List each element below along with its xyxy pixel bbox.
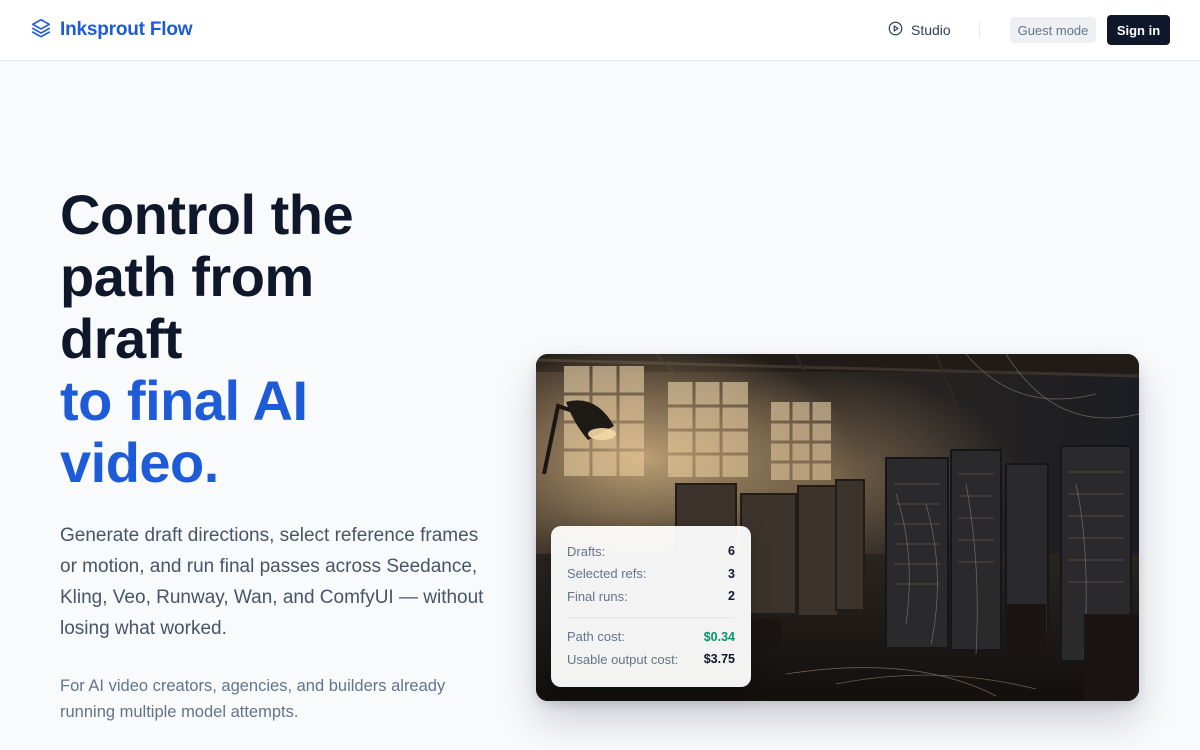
play-circle-icon: [888, 21, 903, 39]
hero-description: Generate draft directions, select refere…: [60, 525, 484, 639]
hero-title: Control the path from draft to final AI …: [60, 184, 480, 494]
stat-row-drafts: Drafts: 6: [567, 540, 735, 563]
stat-label: Final runs:: [567, 588, 628, 604]
stat-value: 6: [728, 544, 735, 559]
studio-link[interactable]: Studio: [888, 20, 951, 40]
cost-stats-panel: Drafts: 6 Selected refs: 3 Final runs: 2…: [551, 526, 751, 687]
stat-label: Usable output cost:: [567, 651, 679, 667]
hero-title-accent-line: to final AI: [60, 369, 308, 432]
stat-row-final-runs: Final runs: 2: [567, 585, 735, 608]
top-navbar: Inksprout Flow Studio Guest mode Sign in: [0, 0, 1200, 61]
guest-mode-badge: Guest mode: [1010, 17, 1096, 43]
sign-in-button[interactable]: Sign in: [1107, 15, 1170, 45]
stat-label: Path cost:: [567, 629, 625, 645]
hero-subtext: For AI video creators, agencies, and bui…: [60, 677, 446, 721]
brand-name: Inksprout Flow: [60, 19, 193, 40]
stat-label: Selected refs:: [567, 566, 647, 582]
hero-title-accent-line: video.: [60, 431, 219, 494]
stat-label: Drafts:: [567, 543, 606, 559]
nav-divider: [979, 22, 980, 38]
layers-icon: [30, 17, 52, 44]
hero-title-line: path from: [60, 245, 314, 308]
stat-value: 2: [728, 589, 735, 604]
stats-divider: [567, 616, 735, 618]
stat-row-path-cost: Path cost: $0.34: [567, 626, 735, 649]
hero-title-line: Control the: [60, 183, 354, 246]
brand-logo[interactable]: Inksprout Flow: [30, 17, 193, 44]
stat-value: $3.75: [703, 652, 735, 667]
stat-value: 3: [728, 566, 735, 581]
stat-row-usable-output-cost: Usable output cost: $3.75: [567, 648, 735, 671]
stat-value: $0.34: [703, 629, 735, 644]
stat-row-selected-refs: Selected refs: 3: [567, 563, 735, 586]
studio-link-label: Studio: [911, 22, 951, 38]
hero-title-line: draft: [60, 307, 182, 370]
